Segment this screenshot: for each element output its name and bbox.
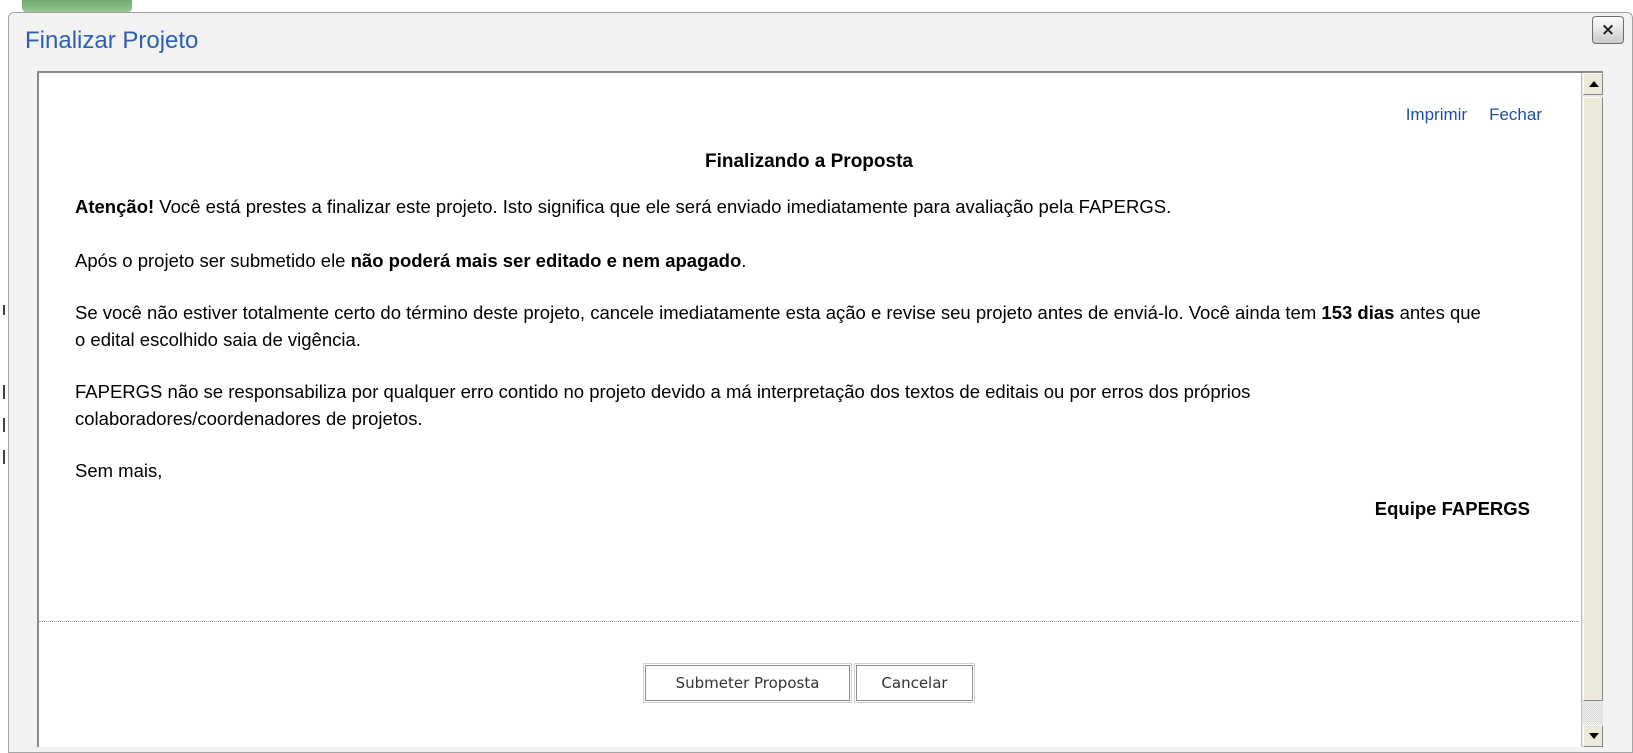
deadline-paragraph: Se você não estiver totalmente certo do … — [75, 299, 1485, 353]
no-edit-text: Após o projeto ser submetido ele — [75, 250, 351, 271]
top-links: Imprimir Fechar — [1406, 105, 1542, 125]
content-frame: Imprimir Fechar Finalizando a Proposta A… — [37, 71, 1603, 747]
content-area: Imprimir Fechar Finalizando a Proposta A… — [39, 73, 1600, 747]
scroll-up-button[interactable] — [1583, 73, 1603, 95]
submit-proposal-button[interactable]: Submeter Proposta — [643, 663, 852, 703]
background-fragment — [3, 385, 5, 399]
background-fragment — [3, 418, 5, 432]
warning-text: Você está prestes a finalizar este proje… — [154, 196, 1172, 217]
background-fragment — [3, 450, 5, 464]
arrow-up-icon — [1589, 81, 1599, 87]
background-logo — [22, 0, 132, 12]
disclaimer-paragraph: FAPERGS não se responsabiliza por qualqu… — [75, 381, 1251, 429]
deadline-text: Se você não estiver totalmente certo do … — [75, 302, 1322, 323]
close-link[interactable]: Fechar — [1489, 105, 1542, 125]
divider — [39, 621, 1579, 622]
close-icon: × — [1600, 19, 1616, 40]
warning-label: Atenção! — [75, 196, 155, 217]
dialog-title: Finalizar Projeto — [25, 27, 199, 54]
button-bar: Submeter Proposta Cancelar — [39, 663, 1579, 703]
warning-paragraph: Atenção! Você está prestes a finalizar e… — [75, 193, 1485, 220]
no-edit-paragraph: Após o projeto ser submetido ele não pod… — [75, 247, 1485, 274]
background-fragment — [3, 305, 5, 315]
no-edit-end: . — [741, 250, 747, 271]
closing-text: Sem mais, — [75, 460, 163, 481]
cancel-button[interactable]: Cancelar — [854, 663, 975, 703]
dialog-close-button[interactable]: × — [1592, 16, 1624, 44]
no-edit-bold: não poderá mais ser editado e nem apagad… — [350, 250, 742, 271]
arrow-down-icon — [1589, 733, 1599, 739]
days-remaining: 153 dias — [1321, 302, 1395, 323]
print-link[interactable]: Imprimir — [1406, 105, 1467, 125]
vertical-scrollbar[interactable] — [1581, 73, 1603, 747]
scrollbar-thumb[interactable] — [1583, 97, 1603, 701]
finalize-project-dialog: Finalizar Projeto × Imprimir Fechar Fina… — [8, 12, 1633, 753]
signature: Equipe FAPERGS — [1374, 498, 1530, 519]
page-heading: Finalizando a Proposta — [705, 151, 913, 172]
scroll-down-button[interactable] — [1583, 725, 1603, 747]
